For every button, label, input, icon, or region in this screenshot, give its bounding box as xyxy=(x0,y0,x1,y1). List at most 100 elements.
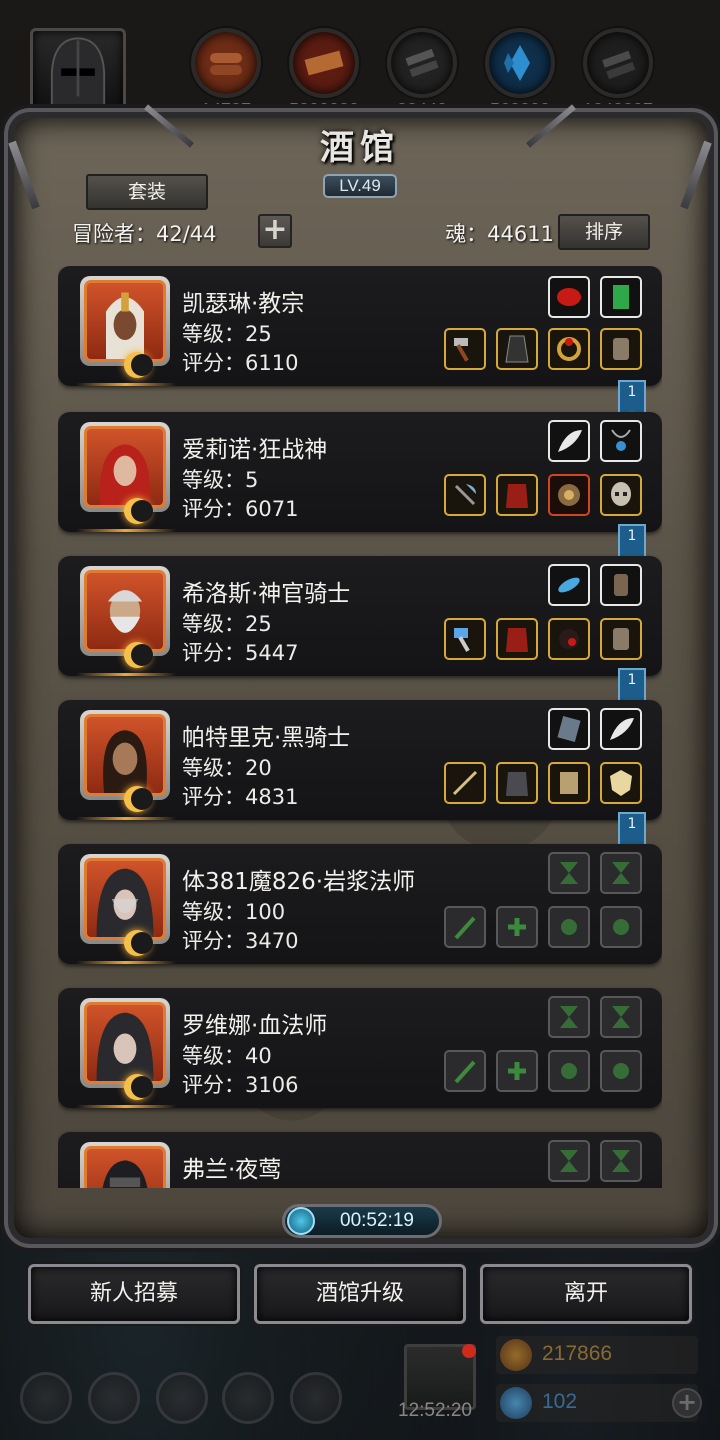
resource-ore[interactable]: 1240397 xyxy=(580,28,656,121)
tavern-level-badge: LV.49 xyxy=(323,174,397,198)
settings-icon[interactable] xyxy=(20,1372,72,1424)
hero-card[interactable]: 帕特里克·黑骑士 等级：20 评分：4831 xyxy=(58,700,662,820)
equip-slot-feather[interactable] xyxy=(600,708,642,750)
empty-slot[interactable] xyxy=(600,906,642,948)
guild-icon[interactable] xyxy=(290,1372,342,1424)
amulet-icon xyxy=(611,429,631,451)
equip-slot-ring[interactable] xyxy=(548,328,590,370)
equip-slot-gem[interactable] xyxy=(548,276,590,318)
empty-slot[interactable] xyxy=(496,906,538,948)
equip-slot-tome[interactable] xyxy=(548,708,590,750)
red-armor-icon xyxy=(506,484,528,508)
tome-icon xyxy=(557,716,581,742)
hero-name: 帕特里克·黑骑士 xyxy=(182,725,351,751)
gem-icon xyxy=(500,1387,532,1419)
hero-level: 等级：5 xyxy=(182,468,259,492)
resource-iron[interactable]: 83440 xyxy=(384,28,460,121)
empty-slot[interactable] xyxy=(548,996,590,1038)
leave-button[interactable]: 离开 xyxy=(480,1264,692,1324)
hero-list[interactable]: 凯瑟琳·教宗 等级：25 评分：6110 1 爱莉诺·狂战神 等级：5 评分：6… xyxy=(58,266,662,1188)
resource-plank[interactable]: 5000000 xyxy=(286,28,362,121)
empty-slot[interactable] xyxy=(548,906,590,948)
feather-icon xyxy=(558,430,582,452)
moon-icon xyxy=(124,642,153,668)
hero-portrait[interactable] xyxy=(80,1142,170,1188)
empty-slot[interactable] xyxy=(444,906,486,948)
equip-slot-charm[interactable] xyxy=(548,564,590,606)
hero-portrait[interactable] xyxy=(80,276,170,378)
empty-slot[interactable] xyxy=(444,1050,486,1092)
add-adventurer-button[interactable]: + xyxy=(258,214,292,248)
hero-portrait[interactable] xyxy=(80,422,170,524)
upgrade-tavern-button[interactable]: 酒馆升级 xyxy=(254,1264,466,1324)
wood-icon xyxy=(191,28,261,98)
hero-name: 希洛斯·神官骑士 xyxy=(182,581,351,607)
recruit-button[interactable]: 新人招募 xyxy=(28,1264,240,1324)
empty-slot[interactable] xyxy=(548,852,590,894)
equip-slot-amulet[interactable] xyxy=(600,420,642,462)
equip-slot-weapon[interactable] xyxy=(444,762,486,804)
equip-slot-weapon[interactable] xyxy=(444,618,486,660)
templar-portrait-icon xyxy=(107,590,143,633)
player-avatar[interactable] xyxy=(30,28,126,120)
portrait-glow xyxy=(76,673,176,676)
equip-slot-relic[interactable] xyxy=(548,618,590,660)
resource-crystal[interactable]: 560000 xyxy=(482,28,558,121)
hero-portrait[interactable] xyxy=(80,998,170,1100)
equip-slot-boots[interactable] xyxy=(600,564,642,606)
equip-slot-armor[interactable] xyxy=(496,474,538,516)
star-icon[interactable] xyxy=(88,1372,140,1424)
hero-card[interactable]: 弗兰·夜莺 xyxy=(58,1132,662,1188)
hero-portrait[interactable] xyxy=(80,710,170,812)
hero-card[interactable]: 凯瑟琳·教宗 等级：25 评分：6110 xyxy=(58,266,662,386)
resource-wood[interactable]: 14737 xyxy=(188,28,264,121)
equip-slot-scroll[interactable] xyxy=(600,276,642,318)
empty-slot[interactable] xyxy=(600,996,642,1038)
parchment-icon xyxy=(560,772,578,794)
hero-name: 罗维娜·血法师 xyxy=(182,1013,328,1039)
hero-card[interactable]: 希洛斯·神官骑士 等级：25 评分：5447 xyxy=(58,556,662,676)
empty-slot[interactable] xyxy=(600,1140,642,1182)
set-button[interactable]: 套装 xyxy=(86,174,208,210)
hero-card[interactable]: 爱莉诺·狂战神 等级：5 评分：6071 xyxy=(58,412,662,532)
map-icon[interactable] xyxy=(222,1372,274,1424)
hero-card[interactable]: 体381魔826·岩浆法师 等级：100 评分：3470 xyxy=(58,844,662,964)
tavern-icon[interactable] xyxy=(156,1372,208,1424)
empty-ring-icon xyxy=(613,1063,629,1079)
hero-name: 体381魔826·岩浆法师 xyxy=(182,869,416,895)
equip-slot-scroll[interactable] xyxy=(548,762,590,804)
equip-slot-armor[interactable] xyxy=(496,618,538,660)
sort-button[interactable]: 排序 xyxy=(558,214,650,250)
skull-mask-icon xyxy=(611,482,631,506)
equip-slot-feather[interactable] xyxy=(548,420,590,462)
portrait-glow xyxy=(76,1105,176,1108)
equip-slot-weapon[interactable] xyxy=(444,474,486,516)
hero-portrait[interactable] xyxy=(80,566,170,668)
equip-slot-shield[interactable] xyxy=(548,474,590,516)
empty-armor-icon xyxy=(508,1062,526,1080)
empty-slot[interactable] xyxy=(600,1050,642,1092)
equip-slot-gloves[interactable] xyxy=(600,328,642,370)
equip-slot-gloves[interactable] xyxy=(600,618,642,660)
berserker-portrait-icon xyxy=(99,444,151,505)
equip-slot-armor[interactable] xyxy=(496,762,538,804)
empty-slot[interactable] xyxy=(600,852,642,894)
empty-slot[interactable] xyxy=(496,1050,538,1092)
hero-card[interactable]: 罗维娜·血法师 等级：40 评分：3106 xyxy=(58,988,662,1108)
mage-portrait-icon xyxy=(96,868,154,937)
empty-slot[interactable] xyxy=(548,1140,590,1182)
hero-portrait[interactable] xyxy=(80,854,170,956)
empty-ring-icon xyxy=(561,919,577,935)
equip-slot-armor[interactable] xyxy=(496,328,538,370)
portrait-glow xyxy=(76,529,176,532)
empty-armor-icon xyxy=(508,918,526,936)
equip-slot-weapon[interactable] xyxy=(444,328,486,370)
equip-slot-shield[interactable] xyxy=(600,762,642,804)
empty-slot[interactable] xyxy=(548,1050,590,1092)
add-currency-button[interactable]: + xyxy=(672,1388,702,1418)
hero-name: 凯瑟琳·教宗 xyxy=(182,291,305,317)
empty-hourglass-icon xyxy=(560,1150,578,1172)
equip-slot-helmet[interactable] xyxy=(600,474,642,516)
hero-score: 评分：4831 xyxy=(182,785,299,809)
page-title: 酒馆 xyxy=(320,128,400,168)
